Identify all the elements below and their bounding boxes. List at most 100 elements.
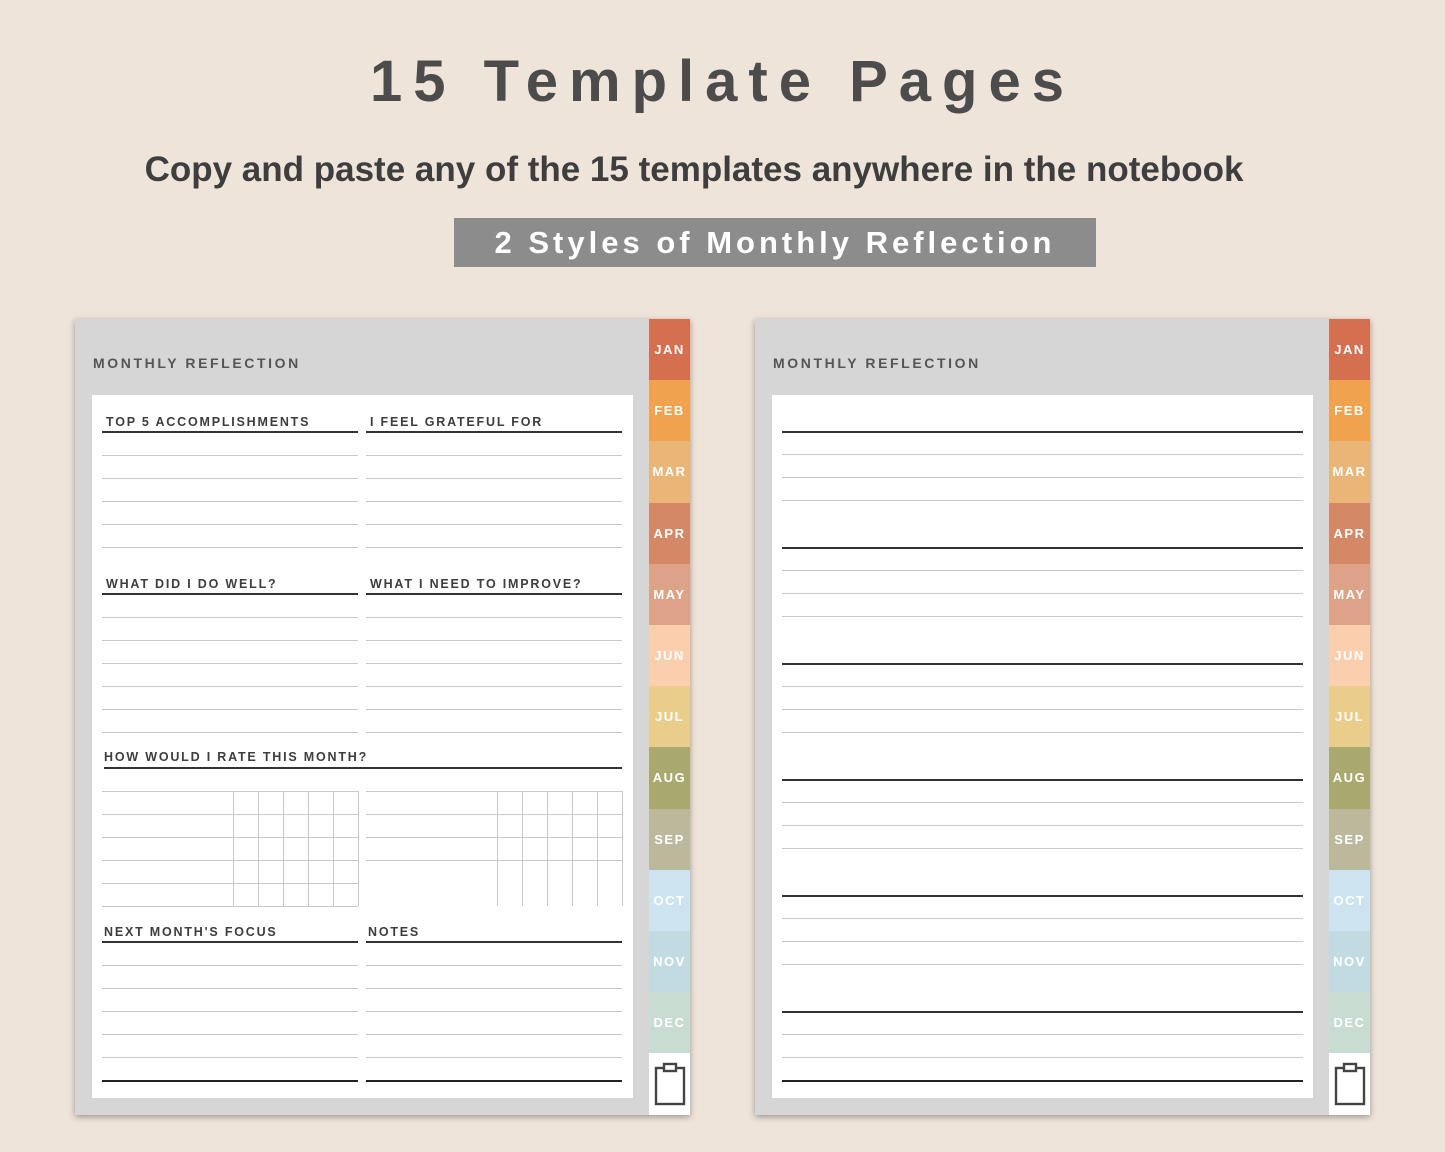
month-tab-jun[interactable]: JUN <box>1329 624 1370 687</box>
writing-line <box>782 848 1303 849</box>
writing-line <box>782 709 1303 710</box>
grid-column-rule <box>258 791 259 906</box>
reflection-sheet <box>772 395 1313 1098</box>
page-title: 15 Template Pages <box>370 49 1075 114</box>
clipboard-icon[interactable] <box>649 1053 690 1116</box>
writing-line <box>102 791 358 792</box>
grid-column-rule <box>622 791 623 906</box>
clipboard-icon[interactable] <box>1329 1053 1370 1116</box>
month-tab-apr[interactable]: APR <box>649 502 690 564</box>
did-well-title: WHAT DID I DO WELL? <box>106 577 278 591</box>
writing-line <box>102 709 358 710</box>
grid-column-rule <box>572 791 573 906</box>
section-rule <box>782 1080 1303 1082</box>
writing-line <box>102 686 358 687</box>
month-tab-may[interactable]: MAY <box>1329 563 1370 625</box>
month-tab-mar[interactable]: MAR <box>649 441 690 503</box>
month-tab-jan[interactable]: JAN <box>1329 319 1370 381</box>
writing-line <box>102 883 358 884</box>
writing-line <box>366 732 622 733</box>
grid-column-rule <box>547 791 548 906</box>
improve-title: WHAT I NEED TO IMPROVE? <box>370 577 583 591</box>
month-tabs: JAN FEB MAR APR MAY JUN JUL AUG SEP OCT NOV DEC <box>1329 319 1370 1116</box>
month-tab-jan[interactable]: JAN <box>649 319 690 381</box>
writing-line <box>782 686 1303 687</box>
month-tab-dec[interactable]: DEC <box>649 992 690 1054</box>
writing-line <box>102 501 358 502</box>
grid-column-rule <box>283 791 284 906</box>
section-rule <box>102 593 358 595</box>
writing-line <box>102 1057 358 1058</box>
writing-line <box>102 860 358 861</box>
month-tab-sep[interactable]: SEP <box>1329 808 1370 870</box>
writing-line <box>366 1057 622 1058</box>
month-tab-feb[interactable]: FEB <box>649 380 690 442</box>
month-tab-oct[interactable]: OCT <box>649 869 690 931</box>
month-tab-jul[interactable]: JUL <box>649 686 690 748</box>
section-rule <box>102 941 358 943</box>
month-tabs: JAN FEB MAR APR MAY JUN JUL AUG SEP OCT NOV DEC <box>649 319 690 1116</box>
section-rule <box>782 779 1303 781</box>
month-tab-oct[interactable]: OCT <box>1329 869 1370 931</box>
writing-line <box>102 988 358 989</box>
writing-line <box>366 1034 622 1035</box>
month-tab-mar[interactable]: MAR <box>1329 441 1370 503</box>
writing-line <box>102 663 358 664</box>
writing-line <box>366 814 622 815</box>
grid-column-rule <box>358 791 359 906</box>
section-rule <box>102 431 358 433</box>
writing-line <box>782 1034 1303 1035</box>
writing-line <box>366 709 622 710</box>
writing-line <box>366 501 622 502</box>
writing-line <box>102 640 358 641</box>
writing-line <box>102 906 358 907</box>
accomplishments-title: TOP 5 ACCOMPLISHMENTS <box>106 415 311 429</box>
writing-line <box>102 478 358 479</box>
writing-line <box>102 455 358 456</box>
writing-line <box>782 732 1303 733</box>
styles-badge: 2 Styles of Monthly Reflection <box>454 218 1096 267</box>
writing-line <box>366 988 622 989</box>
writing-line <box>782 454 1303 455</box>
month-tab-sep[interactable]: SEP <box>649 808 690 870</box>
month-tab-aug[interactable]: AUG <box>1329 747 1370 809</box>
writing-line <box>782 477 1303 478</box>
month-tab-nov[interactable]: NOV <box>1329 930 1370 993</box>
section-rule <box>782 431 1303 433</box>
writing-line <box>102 814 358 815</box>
writing-line <box>782 964 1303 965</box>
writing-line <box>102 617 358 618</box>
month-tab-feb[interactable]: FEB <box>1329 380 1370 442</box>
writing-line <box>782 802 1303 803</box>
month-tab-nov[interactable]: NOV <box>649 930 690 993</box>
month-tab-may[interactable]: MAY <box>649 563 690 625</box>
section-rule <box>782 663 1303 665</box>
rate-title: HOW WOULD I RATE THIS MONTH? <box>104 750 369 764</box>
writing-line <box>366 1011 622 1012</box>
writing-line <box>366 837 622 838</box>
writing-line <box>782 825 1303 826</box>
grid-column-rule <box>333 791 334 906</box>
page-header: MONTHLY REFLECTION <box>773 355 981 371</box>
page-header: MONTHLY REFLECTION <box>93 355 301 371</box>
grid-column-rule <box>233 791 234 906</box>
month-tab-jul[interactable]: JUL <box>1329 686 1370 748</box>
grid-column-rule <box>597 791 598 906</box>
notes-title: NOTES <box>368 925 421 939</box>
writing-line <box>102 1034 358 1035</box>
month-tab-aug[interactable]: AUG <box>649 747 690 809</box>
section-rule <box>782 895 1303 897</box>
grid-column-rule <box>522 791 523 906</box>
month-tab-jun[interactable]: JUN <box>649 624 690 687</box>
writing-line <box>102 837 358 838</box>
month-tab-apr[interactable]: APR <box>1329 502 1370 564</box>
month-tab-dec[interactable]: DEC <box>1329 992 1370 1054</box>
writing-line <box>782 500 1303 501</box>
writing-line <box>102 732 358 733</box>
section-rule <box>782 1011 1303 1013</box>
writing-line <box>102 1011 358 1012</box>
section-rule <box>104 767 622 769</box>
writing-line <box>366 860 622 861</box>
writing-line <box>102 965 358 966</box>
grid-column-rule <box>308 791 309 906</box>
